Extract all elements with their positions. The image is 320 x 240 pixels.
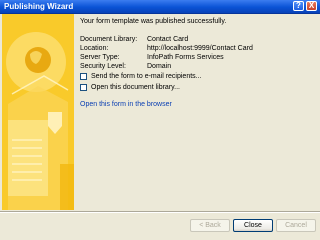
server-type-value: InfoPath Forms Services bbox=[147, 54, 224, 61]
wizard-side-illustration bbox=[2, 14, 74, 210]
window-title: Publishing Wizard bbox=[4, 2, 74, 11]
document-library-value: Contact Card bbox=[147, 36, 189, 43]
help-button[interactable]: ? bbox=[293, 1, 304, 11]
document-library-label: Document Library: bbox=[80, 36, 138, 43]
send-email-checkbox[interactable] bbox=[80, 73, 87, 80]
title-bar: Publishing Wizard ? X bbox=[0, 0, 320, 14]
close-button[interactable]: Close bbox=[233, 219, 273, 232]
open-library-label[interactable]: Open this document library... bbox=[91, 83, 180, 92]
security-level-value: Domain bbox=[147, 63, 172, 70]
location-value: http://localhost:9999/Contact Card bbox=[147, 45, 253, 52]
close-window-button[interactable]: X bbox=[306, 1, 317, 11]
location-label: Location: bbox=[80, 45, 109, 52]
footer-divider bbox=[0, 211, 320, 213]
open-in-browser-link[interactable]: Open this form in the browser bbox=[80, 101, 172, 108]
open-library-checkbox[interactable] bbox=[80, 84, 87, 91]
back-button[interactable]: < Back bbox=[190, 219, 230, 232]
security-level-label: Security Level: bbox=[80, 63, 126, 70]
send-email-label[interactable]: Send the form to e-mail recipients... bbox=[91, 72, 202, 81]
cancel-button[interactable]: Cancel bbox=[276, 219, 316, 232]
success-message: Your form template was published success… bbox=[80, 18, 227, 25]
server-type-label: Server Type: bbox=[80, 54, 120, 61]
